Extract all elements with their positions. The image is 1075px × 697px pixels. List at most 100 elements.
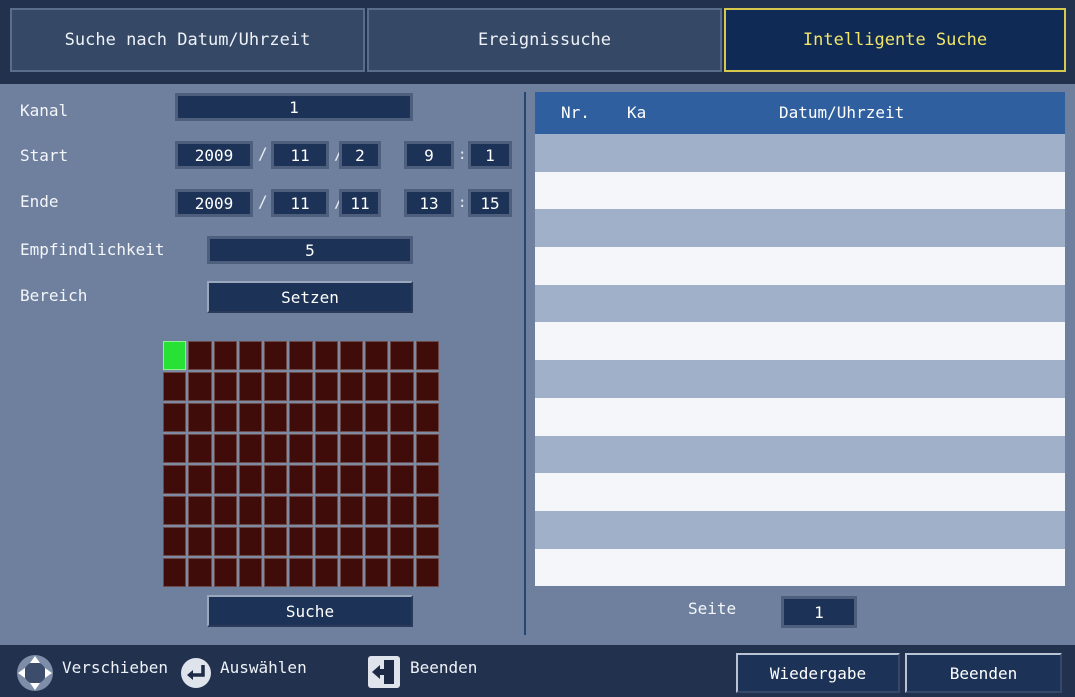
grid-cell[interactable] <box>213 496 237 525</box>
grid-cell[interactable] <box>339 558 364 587</box>
grid-cell[interactable] <box>415 496 439 525</box>
end-hour-field[interactable]: 13 <box>404 189 454 217</box>
grid-cell[interactable] <box>264 403 288 432</box>
grid-cell[interactable] <box>213 403 237 432</box>
grid-cell[interactable] <box>415 372 439 401</box>
start-minute-field[interactable]: 1 <box>468 141 512 169</box>
grid-cell[interactable] <box>289 558 313 587</box>
grid-cell[interactable] <box>264 558 288 587</box>
grid-cell[interactable] <box>390 558 414 587</box>
grid-cell[interactable] <box>188 558 212 587</box>
grid-cell[interactable] <box>163 403 187 432</box>
sensitivity-field[interactable]: 5 <box>207 236 413 264</box>
table-row[interactable] <box>535 247 1065 285</box>
grid-cell[interactable] <box>238 403 263 432</box>
grid-cell[interactable] <box>390 496 414 525</box>
motion-area-grid[interactable] <box>163 341 439 587</box>
grid-cell[interactable] <box>188 465 212 494</box>
grid-cell[interactable] <box>289 403 313 432</box>
grid-cell[interactable] <box>188 496 212 525</box>
grid-cell[interactable] <box>365 403 389 432</box>
exit-button[interactable]: Beenden <box>905 653 1062 693</box>
grid-cell[interactable] <box>365 341 389 370</box>
end-year-field[interactable]: 2009 <box>175 189 253 217</box>
grid-cell[interactable] <box>339 465 364 494</box>
grid-cell[interactable] <box>264 527 288 556</box>
table-row[interactable] <box>535 284 1065 323</box>
grid-cell[interactable] <box>390 527 414 556</box>
grid-cell[interactable] <box>289 465 313 494</box>
grid-cell[interactable] <box>188 372 212 401</box>
table-row[interactable] <box>535 548 1065 587</box>
grid-cell[interactable] <box>415 434 439 463</box>
table-row[interactable] <box>535 134 1065 172</box>
grid-cell[interactable] <box>314 403 338 432</box>
grid-cell[interactable] <box>365 527 389 556</box>
end-day-field[interactable]: 11 <box>339 189 381 217</box>
grid-cell[interactable] <box>163 527 187 556</box>
table-row[interactable] <box>535 473 1065 511</box>
table-row[interactable] <box>535 360 1065 398</box>
grid-cell[interactable] <box>415 341 439 370</box>
grid-cell[interactable] <box>314 496 338 525</box>
grid-cell[interactable] <box>314 465 338 494</box>
playback-button[interactable]: Wiedergabe <box>736 653 900 693</box>
table-row[interactable] <box>535 397 1065 436</box>
grid-cell[interactable] <box>188 527 212 556</box>
grid-cell[interactable] <box>238 527 263 556</box>
grid-cell[interactable] <box>213 465 237 494</box>
grid-cell[interactable] <box>238 341 263 370</box>
grid-cell[interactable] <box>264 465 288 494</box>
grid-cell[interactable] <box>314 372 338 401</box>
grid-cell[interactable] <box>289 496 313 525</box>
tab-event-search[interactable]: Ereignissuche <box>367 8 722 72</box>
grid-cell[interactable] <box>365 372 389 401</box>
set-area-button[interactable]: Setzen <box>207 281 413 313</box>
grid-cell[interactable] <box>188 341 212 370</box>
grid-cell[interactable] <box>163 434 187 463</box>
grid-cell[interactable] <box>365 496 389 525</box>
channel-field[interactable]: 1 <box>175 93 413 121</box>
end-minute-field[interactable]: 15 <box>468 189 512 217</box>
tab-date-time-search[interactable]: Suche nach Datum/Uhrzeit <box>10 8 365 72</box>
grid-cell[interactable] <box>390 341 414 370</box>
grid-cell[interactable] <box>264 372 288 401</box>
grid-cell[interactable] <box>390 434 414 463</box>
grid-cell[interactable] <box>289 527 313 556</box>
tab-smart-search[interactable]: Intelligente Suche <box>724 8 1066 72</box>
grid-cell[interactable] <box>415 527 439 556</box>
grid-cell[interactable] <box>213 434 237 463</box>
grid-cell[interactable] <box>314 434 338 463</box>
grid-cell[interactable] <box>339 341 364 370</box>
table-row[interactable] <box>535 171 1065 210</box>
grid-cell[interactable] <box>314 558 338 587</box>
grid-cell[interactable] <box>365 434 389 463</box>
grid-cell[interactable] <box>415 403 439 432</box>
grid-cell[interactable] <box>339 527 364 556</box>
table-row[interactable] <box>535 511 1065 549</box>
grid-cell[interactable] <box>365 558 389 587</box>
grid-cell[interactable] <box>238 558 263 587</box>
grid-cell[interactable] <box>213 558 237 587</box>
grid-cell[interactable] <box>238 496 263 525</box>
grid-cell[interactable] <box>213 527 237 556</box>
grid-cell[interactable] <box>339 372 364 401</box>
end-month-field[interactable]: 11 <box>271 189 329 217</box>
grid-cell[interactable] <box>289 341 313 370</box>
grid-cell[interactable] <box>390 403 414 432</box>
grid-cell[interactable] <box>188 434 212 463</box>
grid-cell[interactable] <box>390 372 414 401</box>
grid-cell[interactable] <box>238 434 263 463</box>
grid-cell[interactable] <box>213 341 237 370</box>
grid-cell[interactable] <box>264 434 288 463</box>
page-field[interactable]: 1 <box>781 596 857 628</box>
table-row[interactable] <box>535 209 1065 248</box>
grid-cell[interactable] <box>289 434 313 463</box>
start-month-field[interactable]: 11 <box>271 141 329 169</box>
grid-cell[interactable] <box>238 465 263 494</box>
grid-cell[interactable] <box>289 372 313 401</box>
grid-cell[interactable] <box>314 527 338 556</box>
grid-cell[interactable] <box>365 465 389 494</box>
search-button[interactable]: Suche <box>207 595 413 627</box>
grid-cell[interactable] <box>213 372 237 401</box>
